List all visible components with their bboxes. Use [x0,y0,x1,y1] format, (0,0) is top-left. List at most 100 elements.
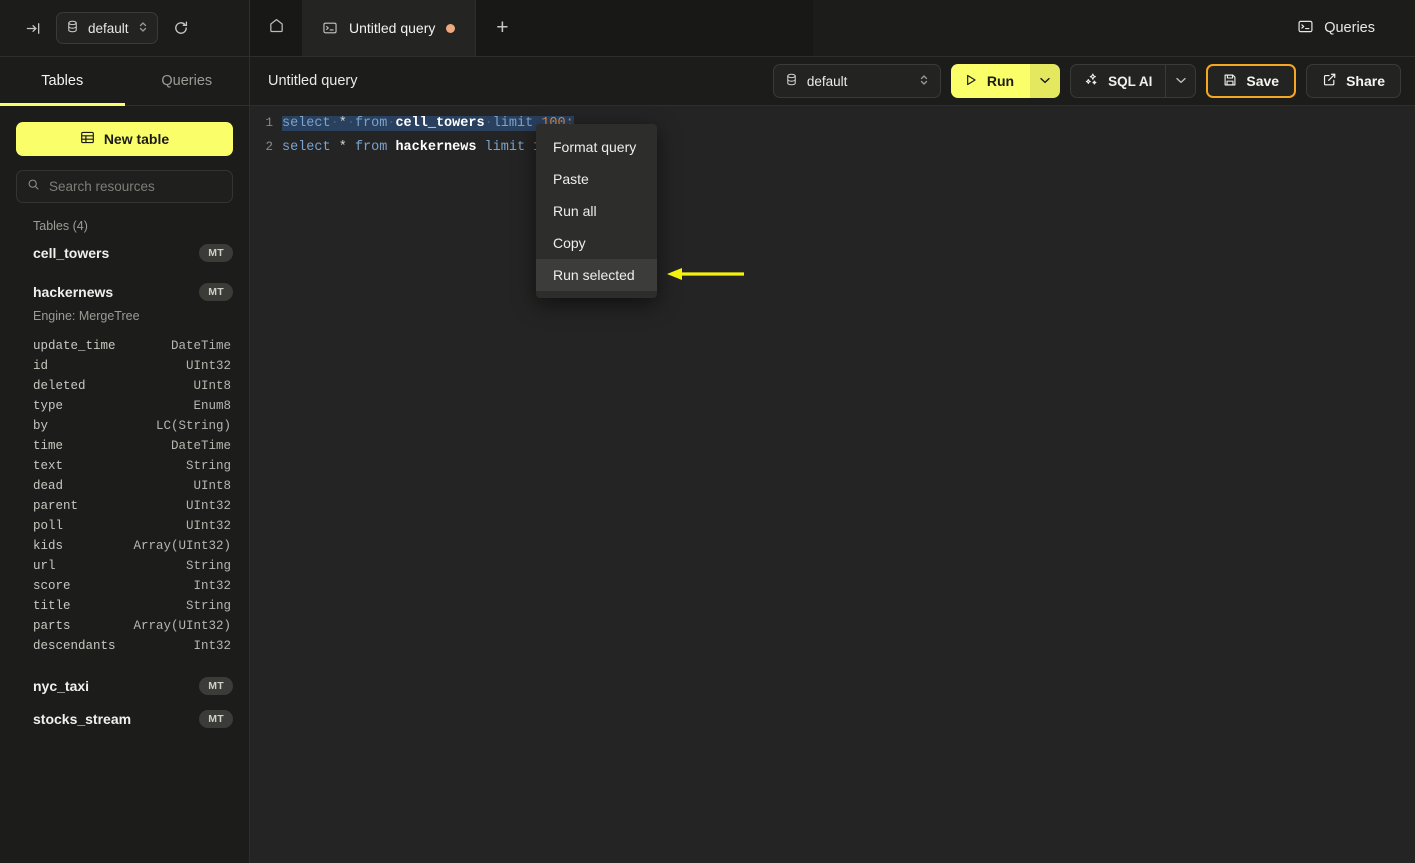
column-row[interactable]: typeEnum8 [0,396,249,416]
code-token: from [355,116,387,131]
queries-button[interactable]: Queries [1297,18,1375,39]
column-name: text [33,459,63,473]
engine-badge: MT [199,677,233,695]
left-sidebar: Tables Queries New table Tables (4) cell… [0,57,250,863]
editor-line-code[interactable]: select * from hackernews limit 100; [282,140,566,155]
column-type: DateTime [171,339,231,353]
column-name: by [33,419,48,433]
column-row[interactable]: deletedUInt8 [0,376,249,396]
column-name: deleted [33,379,86,393]
column-row[interactable]: deadUInt8 [0,476,249,496]
code-token: limit [485,140,526,155]
code-token [347,140,355,155]
query-title[interactable]: Untitled query [268,73,763,89]
context-menu-item-paste[interactable]: Paste [536,163,657,195]
top-database-selector[interactable]: default [56,12,158,44]
table-item-nyc-taxi[interactable]: nyc_taxi MT [0,670,249,701]
sql-ai-button[interactable]: SQL AI [1071,65,1165,97]
query-database-picker[interactable]: default [773,64,941,98]
sql-ai-split-button[interactable]: SQL AI [1070,64,1196,98]
sparkle-icon [1084,72,1099,90]
sidebar-tab-queries[interactable]: Queries [125,57,250,105]
top-bar-right-section: Queries [813,0,1415,56]
sidebar-tabs: Tables Queries [0,57,249,106]
context-menu-item-label: Run all [553,203,597,219]
database-icon [785,73,798,89]
sidebar-tab-queries-label: Queries [161,73,212,89]
column-name: score [33,579,71,593]
code-token: · [331,116,339,131]
chevron-down-icon [1040,75,1050,87]
column-name: update_time [33,339,116,353]
column-row[interactable]: descendantsInt32 [0,636,249,656]
tab-label: Untitled query [349,20,435,36]
table-item-hackernews[interactable]: hackernews MT [0,276,249,307]
code-token: limit [493,116,534,131]
line-number: 1 [250,116,282,130]
refresh-icon[interactable] [168,15,194,41]
editor-line-code[interactable]: select·*·from·cell_towers·limit 100; [282,116,574,131]
editor-lines: 1select·*·from·cell_towers·limit 100;2se… [250,106,1415,159]
context-menu-item-run-selected[interactable]: Run selected [536,259,657,291]
context-menu-item-format-query[interactable]: Format query [536,131,657,163]
column-row[interactable]: update_time DateTime [0,336,249,356]
table-item-cell-towers[interactable]: cell_towers MT [0,237,249,268]
code-token: hackernews [395,140,476,155]
table-icon [80,130,95,148]
save-button[interactable]: Save [1206,64,1296,98]
context-menu-item-label: Copy [553,235,586,251]
share-button[interactable]: Share [1306,64,1401,98]
column-row[interactable]: parentUInt32 [0,496,249,516]
new-table-button[interactable]: New table [16,122,233,156]
column-name: url [33,559,56,573]
column-row[interactable]: score Int32 [0,576,249,596]
terminal-icon [1297,18,1314,39]
new-tab-button[interactable]: + [476,0,528,56]
column-row[interactable]: titleString [0,596,249,616]
column-row[interactable]: kidsArray(UInt32) [0,536,249,556]
column-type: Int32 [193,579,231,593]
editor-line[interactable]: 1select·*·from·cell_towers·limit 100; [250,111,1415,135]
column-row[interactable]: timeDateTime [0,436,249,456]
collapse-sidebar-icon[interactable] [20,15,46,41]
context-menu-item-copy[interactable]: Copy [536,227,657,259]
column-row[interactable]: by LC(String) [0,416,249,436]
column-row[interactable]: pollUInt32 [0,516,249,536]
run-button[interactable]: Run [951,64,1030,98]
sidebar-tab-tables[interactable]: Tables [0,57,125,105]
column-type: UInt32 [186,359,231,373]
column-row[interactable]: urlString [0,556,249,576]
column-name: parts [33,619,71,633]
query-database-value: default [807,74,910,89]
column-name: descendants [33,639,116,653]
column-name: id [33,359,48,373]
code-token [476,140,484,155]
home-tab-button[interactable] [250,0,302,56]
search-resources-box[interactable] [16,170,233,203]
tab-strip: Untitled query + [250,0,813,56]
editor-line[interactable]: 2select * from hackernews limit 100; [250,135,1415,159]
sql-editor[interactable]: 1select·*·from·cell_towers·limit 100;2se… [250,106,1415,863]
engine-badge: MT [199,710,233,728]
chevron-updown-icon [919,73,929,90]
search-input[interactable] [49,179,226,194]
sql-ai-label: SQL AI [1108,74,1152,89]
column-type: LC(String) [156,419,231,433]
code-token: * [339,140,347,155]
column-row[interactable]: partsArray(UInt32) [0,616,249,636]
column-row[interactable]: textString [0,456,249,476]
sql-ai-dropdown-caret[interactable] [1165,65,1195,97]
chevron-down-icon [1176,75,1186,87]
run-dropdown-caret[interactable] [1030,64,1060,98]
run-split-button[interactable]: Run [951,64,1060,98]
column-row[interactable]: id UInt32 [0,356,249,376]
annotation-arrow [666,264,746,284]
column-type: String [186,599,231,613]
context-menu-item-run-all[interactable]: Run all [536,195,657,227]
share-button-label: Share [1346,73,1385,89]
table-item-stocks-stream[interactable]: stocks_stream MT [0,703,249,734]
column-type: UInt8 [193,479,231,493]
chevron-updown-icon [138,20,148,37]
tab-untitled-query[interactable]: Untitled query [302,0,476,56]
code-token: cell_towers [395,116,484,131]
